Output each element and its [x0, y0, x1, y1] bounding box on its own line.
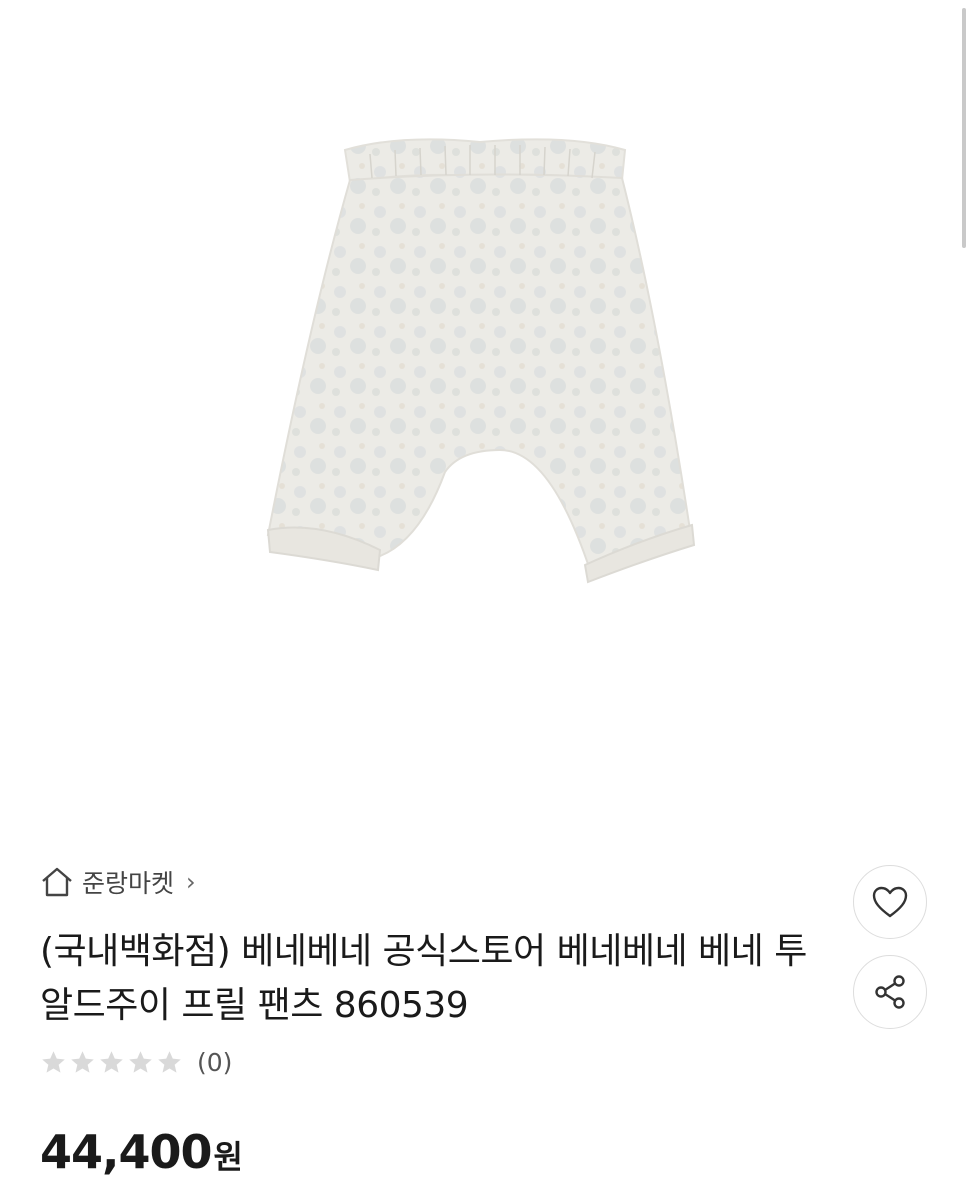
product-info: 준랑마켓 › (국내백화점) 베네베네 공식스토어 베네베네 베네 투알드주이 …: [0, 830, 970, 1200]
share-button[interactable]: [853, 955, 927, 1029]
star-icon: [42, 1051, 65, 1073]
star-icon: [129, 1051, 152, 1073]
rating[interactable]: (0): [40, 1048, 232, 1077]
share-icon: [875, 975, 905, 1009]
product-image[interactable]: [0, 0, 970, 830]
product-title: (국내백화점) 베네베네 공식스토어 베네베네 베네 투알드주이 프릴 팬츠 8…: [40, 931, 807, 1026]
star-icon: [100, 1051, 123, 1073]
store-link[interactable]: 준랑마켓 ›: [40, 864, 196, 900]
heart-icon: [872, 886, 908, 918]
price: 44,400 원: [40, 1125, 243, 1179]
star-icon: [71, 1051, 94, 1073]
product-photo: [266, 138, 696, 584]
home-icon: [40, 866, 74, 898]
price-value: 44,400: [40, 1125, 213, 1179]
price-unit: 원: [213, 1138, 243, 1176]
review-count: (0): [197, 1048, 233, 1077]
store-name: 준랑마켓: [82, 869, 175, 898]
star-icon: [158, 1051, 181, 1073]
chevron-right-icon: ›: [186, 868, 196, 896]
like-button[interactable]: [853, 865, 927, 939]
scrollbar[interactable]: [962, 8, 966, 248]
star-rating: [40, 1049, 183, 1076]
